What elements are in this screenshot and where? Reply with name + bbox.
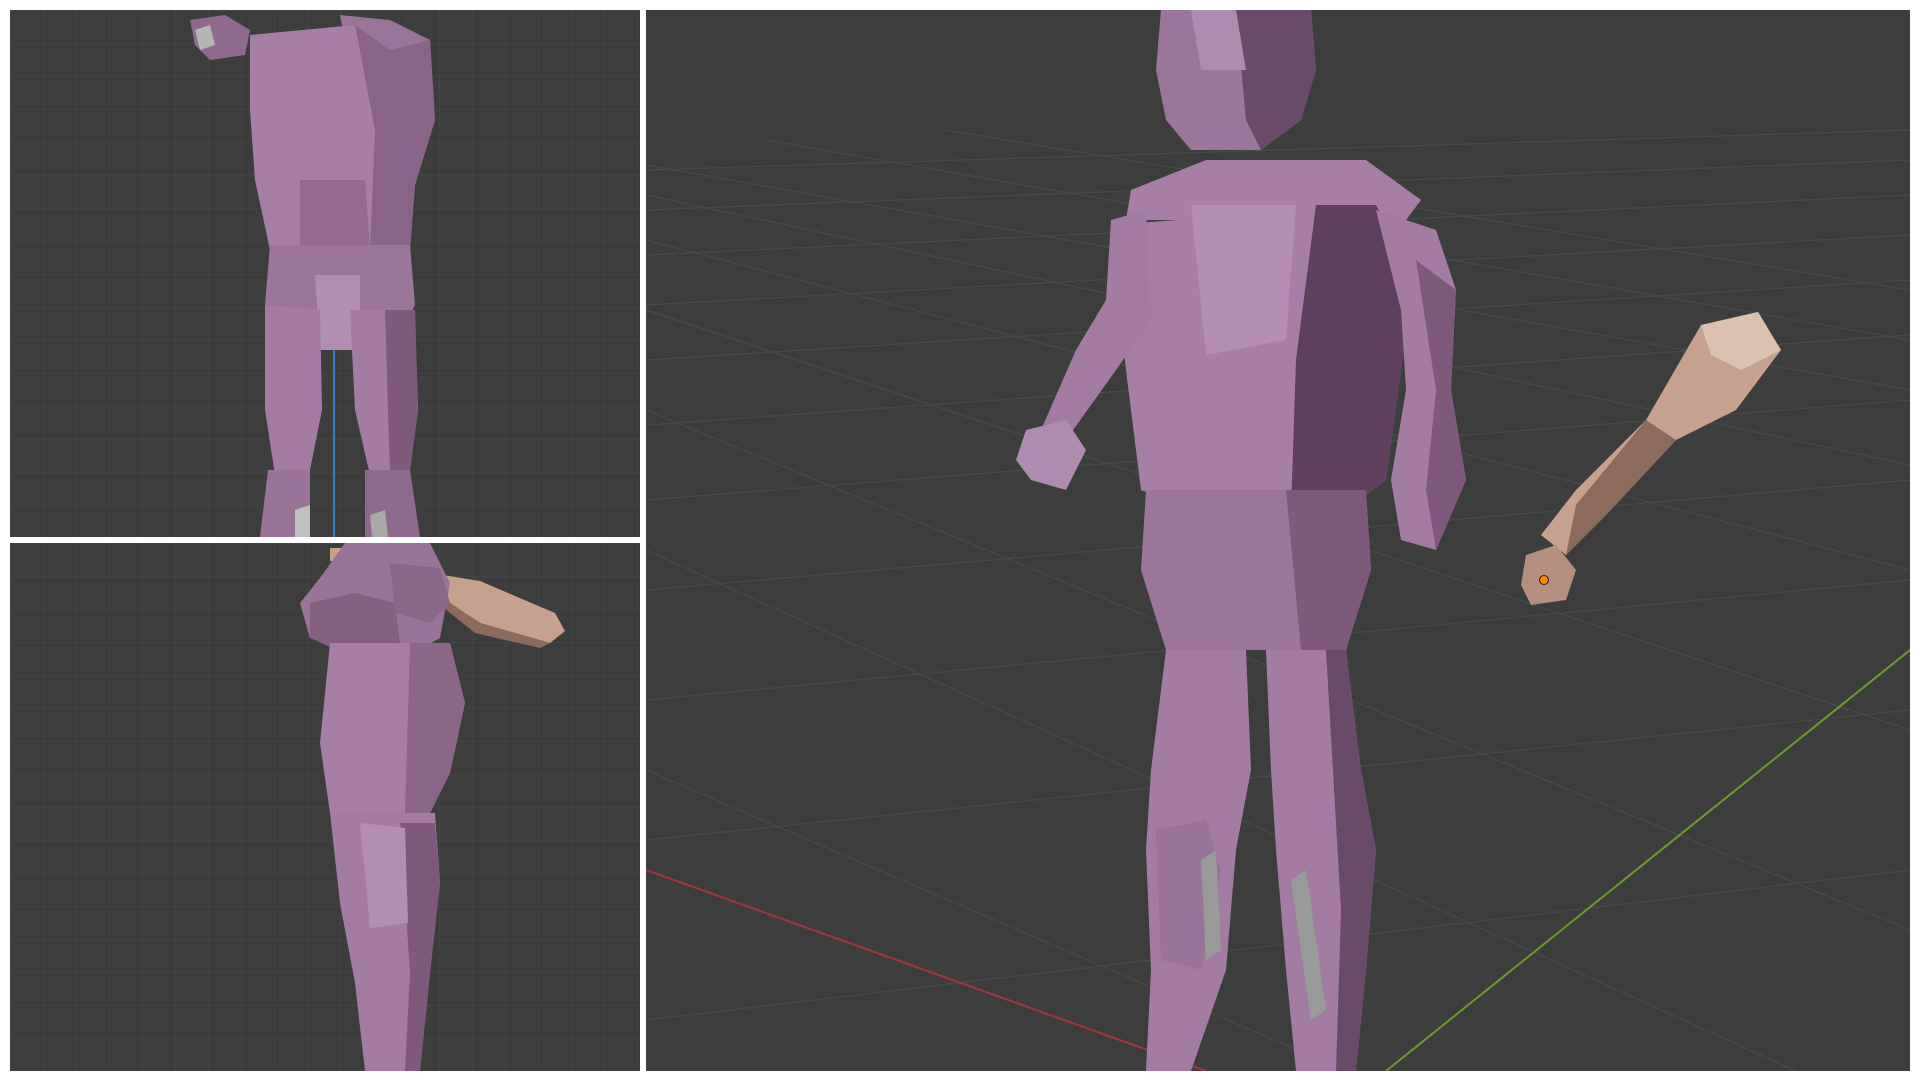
side-ortho-viewport[interactable]	[10, 543, 640, 1071]
origin-marker	[1539, 575, 1549, 585]
perspective-viewport[interactable]	[646, 10, 1910, 1071]
front-ortho-viewport[interactable]	[10, 10, 640, 537]
front-viewport-canvas[interactable]	[10, 10, 640, 537]
perspective-viewport-canvas[interactable]	[646, 10, 1910, 1071]
side-viewport-canvas[interactable]	[10, 543, 640, 1071]
